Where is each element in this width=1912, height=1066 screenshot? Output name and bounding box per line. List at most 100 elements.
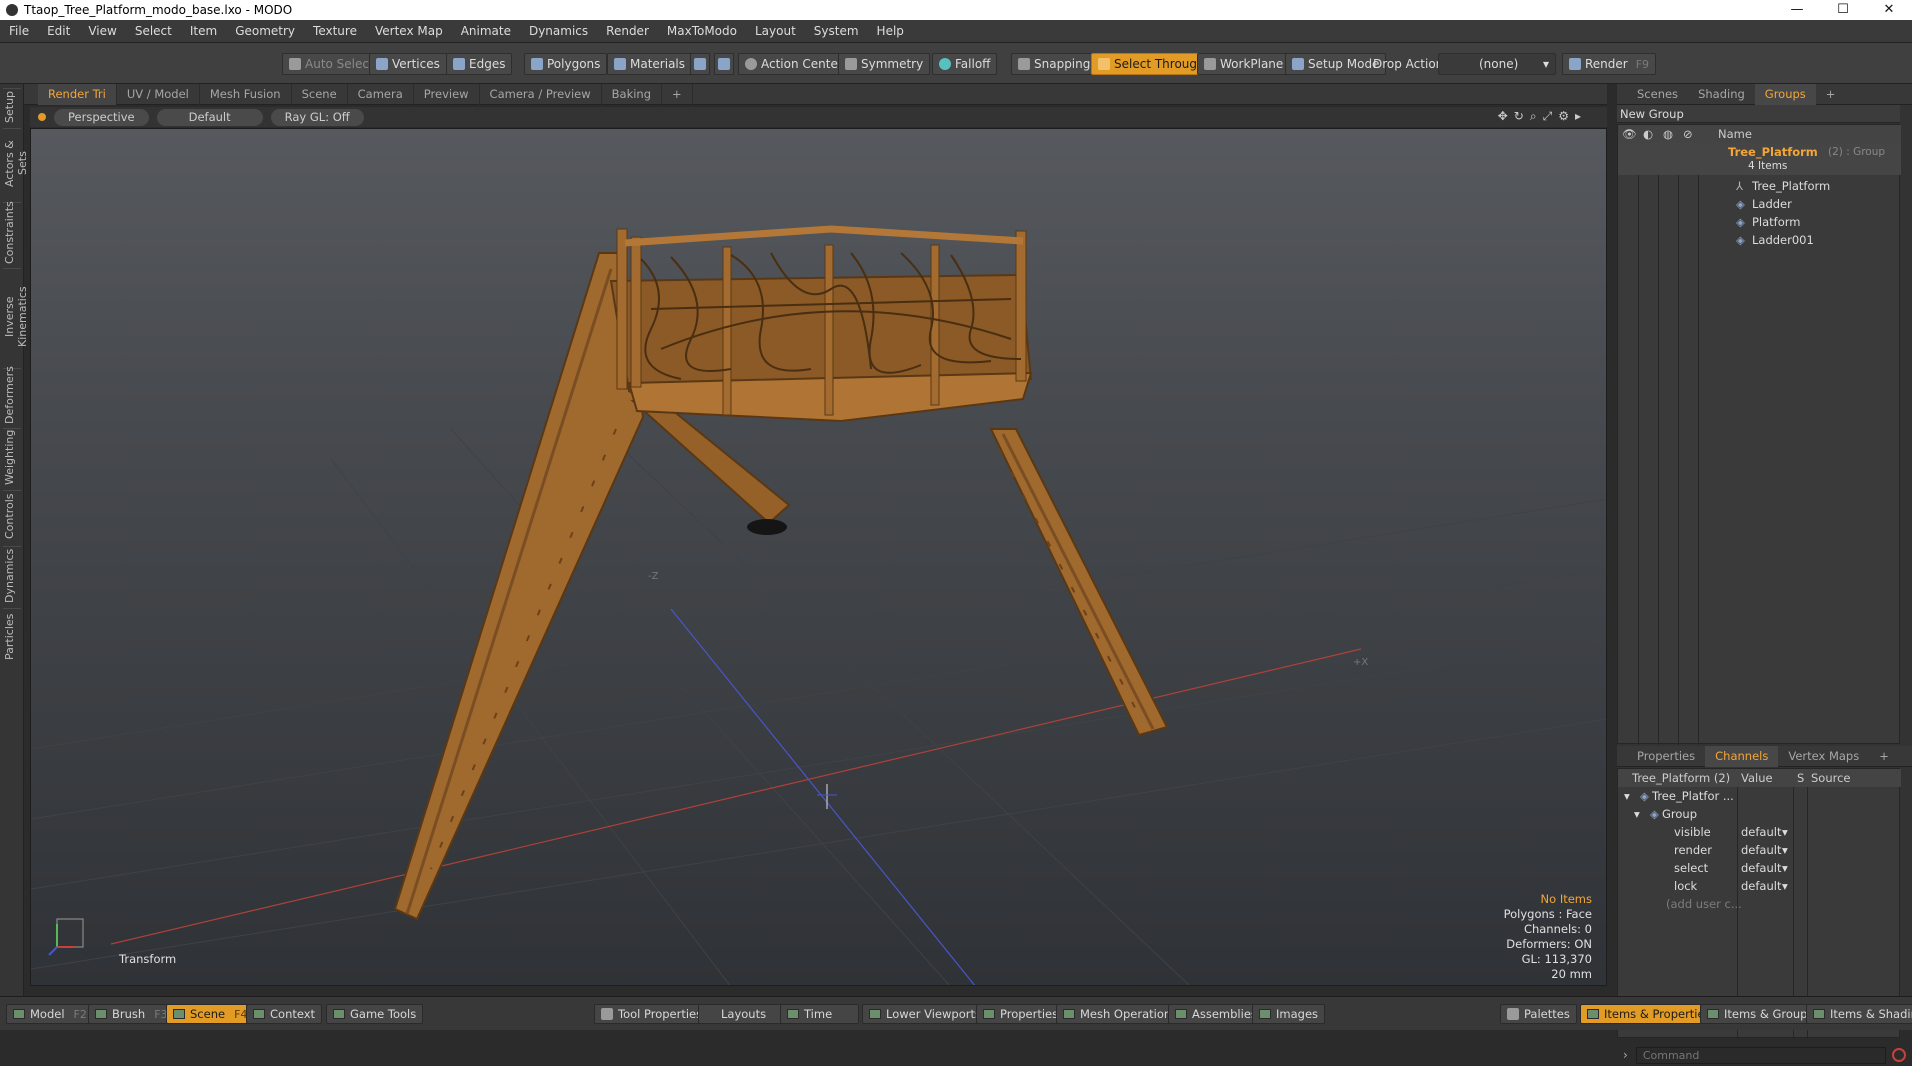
menu-texture[interactable]: Texture <box>304 20 366 43</box>
images-button[interactable]: Images <box>1252 1004 1326 1024</box>
items-properties-button[interactable]: Items & Properties <box>1580 1004 1718 1024</box>
command-input[interactable] <box>1635 1046 1886 1064</box>
tab-camera-preview[interactable]: Camera / Preview <box>480 83 602 105</box>
scene-layout-button[interactable]: Scene F4 <box>166 1004 255 1024</box>
tab-vertex-maps[interactable]: Vertex Maps <box>1778 746 1869 767</box>
viewport-menu-icon[interactable] <box>38 113 46 121</box>
tab-mesh-fusion[interactable]: Mesh Fusion <box>200 83 292 105</box>
tab-groups[interactable]: Groups <box>1754 83 1816 105</box>
menu-view[interactable]: View <box>79 20 125 43</box>
menu-system[interactable]: System <box>805 20 868 43</box>
channel-lock-row[interactable]: lock default ▾ <box>1618 877 1901 895</box>
tab-scenes[interactable]: Scenes <box>1627 84 1688 105</box>
menu-maxtomodo[interactable]: MaxToModo <box>658 20 746 43</box>
tab-render-tri[interactable]: Render Tri <box>38 83 117 105</box>
menu-file[interactable]: File <box>0 20 38 43</box>
vtab-constraints[interactable]: Constraints <box>3 201 21 264</box>
channel-value-select[interactable]: default <box>1741 877 1781 895</box>
vtab-weighting[interactable]: Weighting <box>3 428 21 486</box>
falloff-button[interactable]: Falloff <box>932 53 998 75</box>
record-icon[interactable] <box>1891 1048 1906 1062</box>
chevron-down-icon[interactable]: ▾ <box>1782 841 1788 859</box>
model-layout-button[interactable]: Model F2 <box>6 1004 94 1024</box>
menu-animate[interactable]: Animate <box>452 20 520 43</box>
tree-item-ladder[interactable]: ◈ Ladder <box>1618 195 1901 213</box>
pan-icon[interactable]: ✥ <box>1498 109 1514 123</box>
brush-layout-button[interactable]: Brush F3 <box>88 1004 175 1024</box>
vtab-inverse-kinematics[interactable]: Inverse Kinematics <box>3 268 29 364</box>
menu-edit[interactable]: Edit <box>38 20 79 43</box>
assemblies-button[interactable]: Assemblies <box>1168 1004 1264 1024</box>
vertices-button[interactable]: Vertices <box>369 53 447 75</box>
tab-preview[interactable]: Preview <box>414 83 480 105</box>
action-center-button[interactable]: Action Center <box>738 53 850 75</box>
menu-render[interactable]: Render <box>597 20 658 43</box>
polygons-button[interactable]: Polygons <box>524 53 608 75</box>
gear-icon[interactable]: ⚙ <box>1558 109 1575 123</box>
tool-properties-button[interactable]: Tool Properties <box>594 1004 710 1024</box>
setup-mode-button[interactable]: Setup Mode <box>1285 53 1387 75</box>
tree-item-platform[interactable]: ◈ Platform <box>1618 213 1901 231</box>
fit-icon[interactable]: ⤢ <box>1543 109 1559 123</box>
select-through-button[interactable]: Select Through <box>1091 53 1212 75</box>
expand-icon[interactable]: ▾ <box>1624 787 1630 805</box>
3d-viewport[interactable]: -Z +X Transform No Items Polygons : Face… <box>30 128 1607 986</box>
new-group-button[interactable]: New Group <box>1617 105 1900 123</box>
tab-camera[interactable]: Camera <box>348 83 414 105</box>
menu-dynamics[interactable]: Dynamics <box>520 20 597 43</box>
menu-geometry[interactable]: Geometry <box>226 20 304 43</box>
zoom-icon[interactable]: ⌕ <box>1530 109 1543 123</box>
vtab-actors-sets[interactable]: Actors & Sets <box>3 128 29 198</box>
menu-vertex-map[interactable]: Vertex Map <box>366 20 452 43</box>
vtab-dynamics[interactable]: Dynamics <box>3 546 21 604</box>
add-user-channel-row[interactable]: (add user c... <box>1618 895 1901 913</box>
game-tools-layout-button[interactable]: Game Tools <box>326 1004 424 1024</box>
add-tab-button[interactable]: + <box>662 83 693 105</box>
add-panel-tab-button[interactable]: + <box>1816 84 1846 105</box>
channel-select-row[interactable]: select default ▾ <box>1618 859 1901 877</box>
render-button[interactable]: Render F9 <box>1562 53 1657 75</box>
vtab-setup[interactable]: Setup <box>3 88 21 124</box>
tab-scene[interactable]: Scene <box>292 83 348 105</box>
workplane-button[interactable]: WorkPlane <box>1197 53 1291 75</box>
mesh-operations-button[interactable]: Mesh Operations <box>1056 1004 1185 1024</box>
view-type-button[interactable]: Perspective <box>54 108 149 126</box>
tab-uv-model[interactable]: UV / Model <box>117 83 200 105</box>
menu-layout[interactable]: Layout <box>746 20 805 43</box>
channel-value-select[interactable]: default <box>1741 859 1781 877</box>
minimize-button[interactable]: — <box>1774 0 1820 20</box>
group-row-tree-platform[interactable]: Tree_Platform (2) : Group 4 Items <box>1618 143 1901 175</box>
chevron-right-icon[interactable]: ▸ <box>1575 109 1587 123</box>
menu-select[interactable]: Select <box>126 20 181 43</box>
tree-item-ladder001[interactable]: ◈ Ladder001 <box>1618 231 1901 249</box>
auto-select-button[interactable]: Auto Select <box>282 53 381 75</box>
time-button[interactable]: Time <box>780 1004 860 1024</box>
palettes-button[interactable]: Palettes <box>1500 1004 1577 1024</box>
channel-item-row[interactable]: ▾ ◈ Tree_Platfor ... <box>1618 787 1901 805</box>
shading-mode-button[interactable]: Default <box>156 108 263 126</box>
items-groups-button[interactable]: Items & Groups <box>1700 1004 1821 1024</box>
add-channels-tab-button[interactable]: + <box>1869 746 1899 767</box>
edges-button[interactable]: Edges <box>446 53 513 75</box>
tab-baking[interactable]: Baking <box>602 83 663 105</box>
tab-channels[interactable]: Channels <box>1705 745 1779 767</box>
chevron-down-icon[interactable]: ▾ <box>1782 859 1788 877</box>
channel-visible-row[interactable]: visible default ▾ <box>1618 823 1901 841</box>
channel-group-row[interactable]: ▾ ◈ Group <box>1618 805 1901 823</box>
tab-shading[interactable]: Shading <box>1688 84 1755 105</box>
snapping-button[interactable]: Snapping <box>1011 53 1098 75</box>
symmetry-toggle-button[interactable] <box>690 53 710 75</box>
symmetry-button[interactable]: Symmetry <box>838 53 931 75</box>
layouts-button[interactable]: Layouts <box>698 1004 790 1024</box>
properties-button[interactable]: Properties <box>976 1004 1066 1024</box>
items-shading-button[interactable]: Items & Shading <box>1806 1004 1912 1024</box>
lower-viewports-button[interactable]: Lower Viewports <box>862 1004 988 1024</box>
maximize-button[interactable]: ☐ <box>1820 0 1866 20</box>
materials-button[interactable]: Materials <box>607 53 693 75</box>
channel-value-select[interactable]: default <box>1741 841 1781 859</box>
menu-help[interactable]: Help <box>868 20 913 43</box>
drop-action-select[interactable]: (none) ▾ <box>1438 53 1556 75</box>
channel-value-select[interactable]: default <box>1741 823 1781 841</box>
tree-item-tree-platform[interactable]: ⅄ Tree_Platform <box>1618 177 1901 195</box>
tab-properties[interactable]: Properties <box>1627 746 1705 767</box>
